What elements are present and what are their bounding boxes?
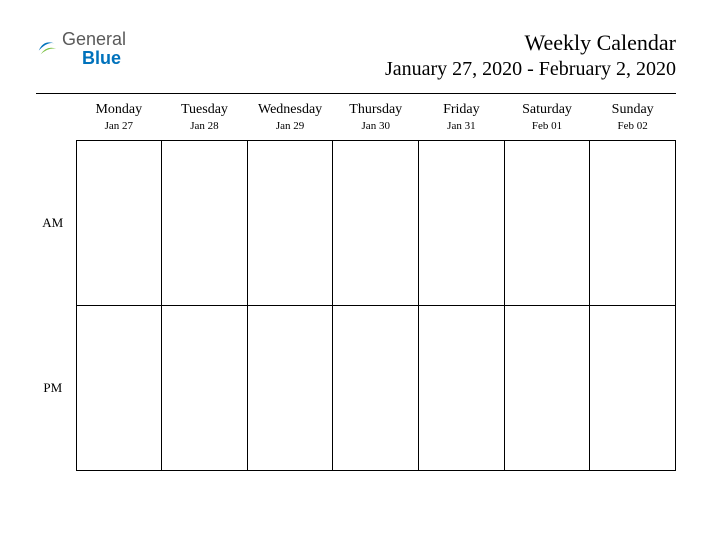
time-label-pm: PM: [36, 306, 76, 471]
day-name: Sunday: [592, 102, 674, 118]
corner-header: [36, 94, 76, 141]
day-header-thursday: Thursday Jan 30: [333, 94, 419, 141]
day-header-wednesday: Wednesday Jan 29: [247, 94, 333, 141]
logo: General Blue: [36, 30, 126, 68]
logo-text-blue: Blue: [82, 49, 126, 68]
day-date: Jan 28: [164, 120, 246, 132]
page-title: Weekly Calendar: [385, 30, 676, 56]
day-name: Saturday: [506, 102, 588, 118]
cell-pm-tuesday: [162, 306, 248, 471]
cell-am-friday: [419, 141, 505, 306]
cell-am-wednesday: [247, 141, 333, 306]
day-date: Feb 01: [506, 120, 588, 132]
day-header-tuesday: Tuesday Jan 28: [162, 94, 248, 141]
day-name: Friday: [421, 102, 503, 118]
time-label-am: AM: [36, 141, 76, 306]
cell-am-thursday: [333, 141, 419, 306]
cell-pm-friday: [419, 306, 505, 471]
cell-pm-sunday: [590, 306, 676, 471]
day-date: Jan 29: [249, 120, 331, 132]
day-header-sunday: Sunday Feb 02: [590, 94, 676, 141]
cell-pm-saturday: [504, 306, 590, 471]
day-name: Thursday: [335, 102, 417, 118]
title-block: Weekly Calendar January 27, 2020 - Febru…: [385, 30, 676, 81]
logo-text-general: General: [62, 30, 126, 49]
day-name: Tuesday: [164, 102, 246, 118]
logo-swoosh-icon: [36, 36, 58, 58]
page-subtitle: January 27, 2020 - February 2, 2020: [385, 58, 676, 81]
pm-row: PM: [36, 306, 676, 471]
day-header-row: Monday Jan 27 Tuesday Jan 28 Wednesday J…: [36, 94, 676, 141]
day-name: Monday: [78, 102, 160, 118]
day-header-friday: Friday Jan 31: [419, 94, 505, 141]
cell-am-tuesday: [162, 141, 248, 306]
day-date: Jan 30: [335, 120, 417, 132]
day-date: Feb 02: [592, 120, 674, 132]
day-header-saturday: Saturday Feb 01: [504, 94, 590, 141]
cell-pm-monday: [76, 306, 162, 471]
document-header: General Blue Weekly Calendar January 27,…: [36, 30, 676, 81]
day-header-monday: Monday Jan 27: [76, 94, 162, 141]
am-row: AM: [36, 141, 676, 306]
day-name: Wednesday: [249, 102, 331, 118]
cell-am-monday: [76, 141, 162, 306]
cell-pm-thursday: [333, 306, 419, 471]
logo-text: General Blue: [62, 30, 126, 68]
day-date: Jan 31: [421, 120, 503, 132]
cell-am-sunday: [590, 141, 676, 306]
weekly-calendar-grid: Monday Jan 27 Tuesday Jan 28 Wednesday J…: [36, 94, 676, 471]
cell-am-saturday: [504, 141, 590, 306]
cell-pm-wednesday: [247, 306, 333, 471]
day-date: Jan 27: [78, 120, 160, 132]
